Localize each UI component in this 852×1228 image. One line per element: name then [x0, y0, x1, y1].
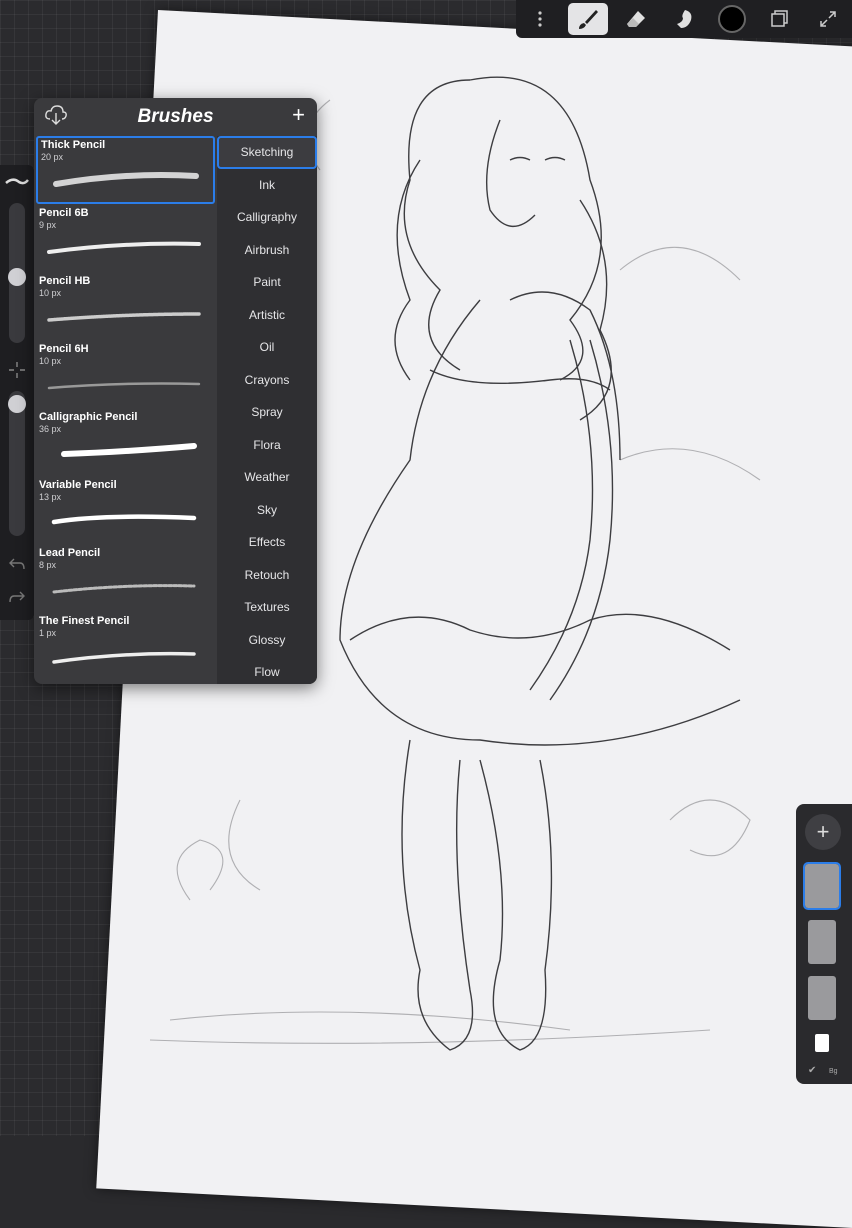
category-sky[interactable]: Sky — [217, 494, 317, 527]
category-airbrush[interactable]: Airbrush — [217, 234, 317, 267]
brush-stroke-icon — [5, 178, 29, 185]
brush-library-panel: Brushes + Thick Pencil 20 px Pencil 6B 9… — [34, 98, 317, 684]
add-layer-button[interactable]: + — [805, 814, 841, 850]
category-glossy[interactable]: Glossy — [217, 624, 317, 657]
more-menu-icon[interactable] — [520, 3, 560, 35]
brush-size: 13 px — [39, 492, 62, 502]
top-toolbar — [516, 0, 852, 38]
brush-size: 20 px — [41, 152, 64, 162]
category-sketching[interactable]: Sketching — [217, 136, 317, 169]
layer-thumbnail[interactable] — [808, 976, 836, 1020]
background-color-swatch[interactable] — [815, 1034, 829, 1052]
add-brush-button[interactable]: + — [292, 102, 305, 128]
brush-stroke-preview — [52, 584, 196, 594]
brush-stroke-preview — [52, 651, 196, 664]
category-textures[interactable]: Textures — [217, 591, 317, 624]
layers-panel: + ✔ Bg — [796, 804, 852, 1084]
brush-list: Thick Pencil 20 px Pencil 6B 9 px Pencil… — [34, 136, 217, 684]
layer-thumbnail[interactable] — [808, 920, 836, 964]
category-calligraphy[interactable]: Calligraphy — [217, 201, 317, 234]
visibility-check-icon[interactable]: ✔ — [808, 1065, 816, 1076]
category-flow[interactable]: Flow — [217, 656, 317, 684]
brush-name: Pencil 6B — [39, 207, 89, 219]
brush-category-list: Sketching Ink Calligraphy Airbrush Paint… — [217, 136, 317, 684]
brush-size: 36 px — [39, 424, 62, 434]
brush-size: 10 px — [39, 288, 62, 298]
brush-stroke-preview — [61, 443, 197, 457]
left-sidebar — [0, 165, 34, 620]
layer-thumbnail-active[interactable] — [803, 862, 841, 910]
category-ink[interactable]: Ink — [217, 169, 317, 202]
brush-size-knob[interactable] — [8, 268, 26, 286]
eraser-tool-icon[interactable] — [616, 3, 656, 35]
brush-panel-header: Brushes + — [34, 98, 317, 136]
brush-stroke-preview — [47, 312, 201, 322]
brush-name: Pencil 6H — [39, 343, 89, 355]
brush-name: The Finest Pencil — [39, 615, 130, 627]
category-artistic[interactable]: Artistic — [217, 299, 317, 332]
brush-item-pencil-hb[interactable]: Pencil HB 10 px — [34, 272, 217, 340]
current-color-swatch — [718, 5, 746, 33]
category-spray[interactable]: Spray — [217, 396, 317, 429]
brush-item-the-finest-pencil[interactable]: The Finest Pencil 1 px — [34, 612, 217, 680]
brush-name: Calligraphic Pencil — [39, 411, 138, 423]
brush-item-pencil-6h[interactable]: Pencil 6H 10 px — [34, 340, 217, 408]
category-effects[interactable]: Effects — [217, 526, 317, 559]
smudge-tool-icon[interactable] — [664, 3, 704, 35]
brush-size: 10 px — [39, 356, 62, 366]
brush-name: Variable Pencil — [39, 479, 117, 491]
background-label: Bg — [829, 1068, 838, 1075]
layers-icon[interactable] — [760, 3, 800, 35]
brush-item-pencil-6b[interactable]: Pencil 6B 9 px — [34, 204, 217, 272]
brush-stroke-preview — [51, 514, 197, 525]
brush-item-calligraphic-pencil[interactable]: Calligraphic Pencil 36 px — [34, 408, 217, 476]
brush-stroke-preview — [47, 382, 201, 390]
brush-stroke-preview — [47, 241, 201, 254]
category-flora[interactable]: Flora — [217, 429, 317, 462]
brush-item-variable-pencil[interactable]: Variable Pencil 13 px — [34, 476, 217, 544]
fullscreen-icon[interactable] — [808, 3, 848, 35]
brush-item-lead-pencil[interactable]: Lead Pencil 8 px — [34, 544, 217, 612]
opacity-knob[interactable] — [8, 395, 26, 413]
category-retouch[interactable]: Retouch — [217, 559, 317, 592]
modify-button-icon[interactable] — [8, 361, 26, 379]
category-oil[interactable]: Oil — [217, 331, 317, 364]
brush-tool-icon[interactable] — [568, 3, 608, 35]
brush-stroke-preview — [53, 172, 199, 187]
color-picker-button[interactable] — [712, 3, 752, 35]
brush-size: 9 px — [39, 220, 57, 230]
brush-name: Thick Pencil — [41, 139, 106, 151]
category-weather[interactable]: Weather — [217, 461, 317, 494]
brush-size: 1 px — [39, 628, 57, 638]
brush-item-thick-pencil[interactable]: Thick Pencil 20 px — [36, 136, 215, 204]
brush-size: 8 px — [39, 560, 57, 570]
category-crayons[interactable]: Crayons — [217, 364, 317, 397]
undo-icon[interactable] — [8, 557, 26, 571]
panel-title: Brushes — [137, 106, 214, 127]
brush-name: Lead Pencil — [39, 547, 101, 559]
brush-name: Pencil HB — [39, 275, 91, 287]
category-paint[interactable]: Paint — [217, 266, 317, 299]
redo-icon[interactable] — [8, 590, 26, 604]
